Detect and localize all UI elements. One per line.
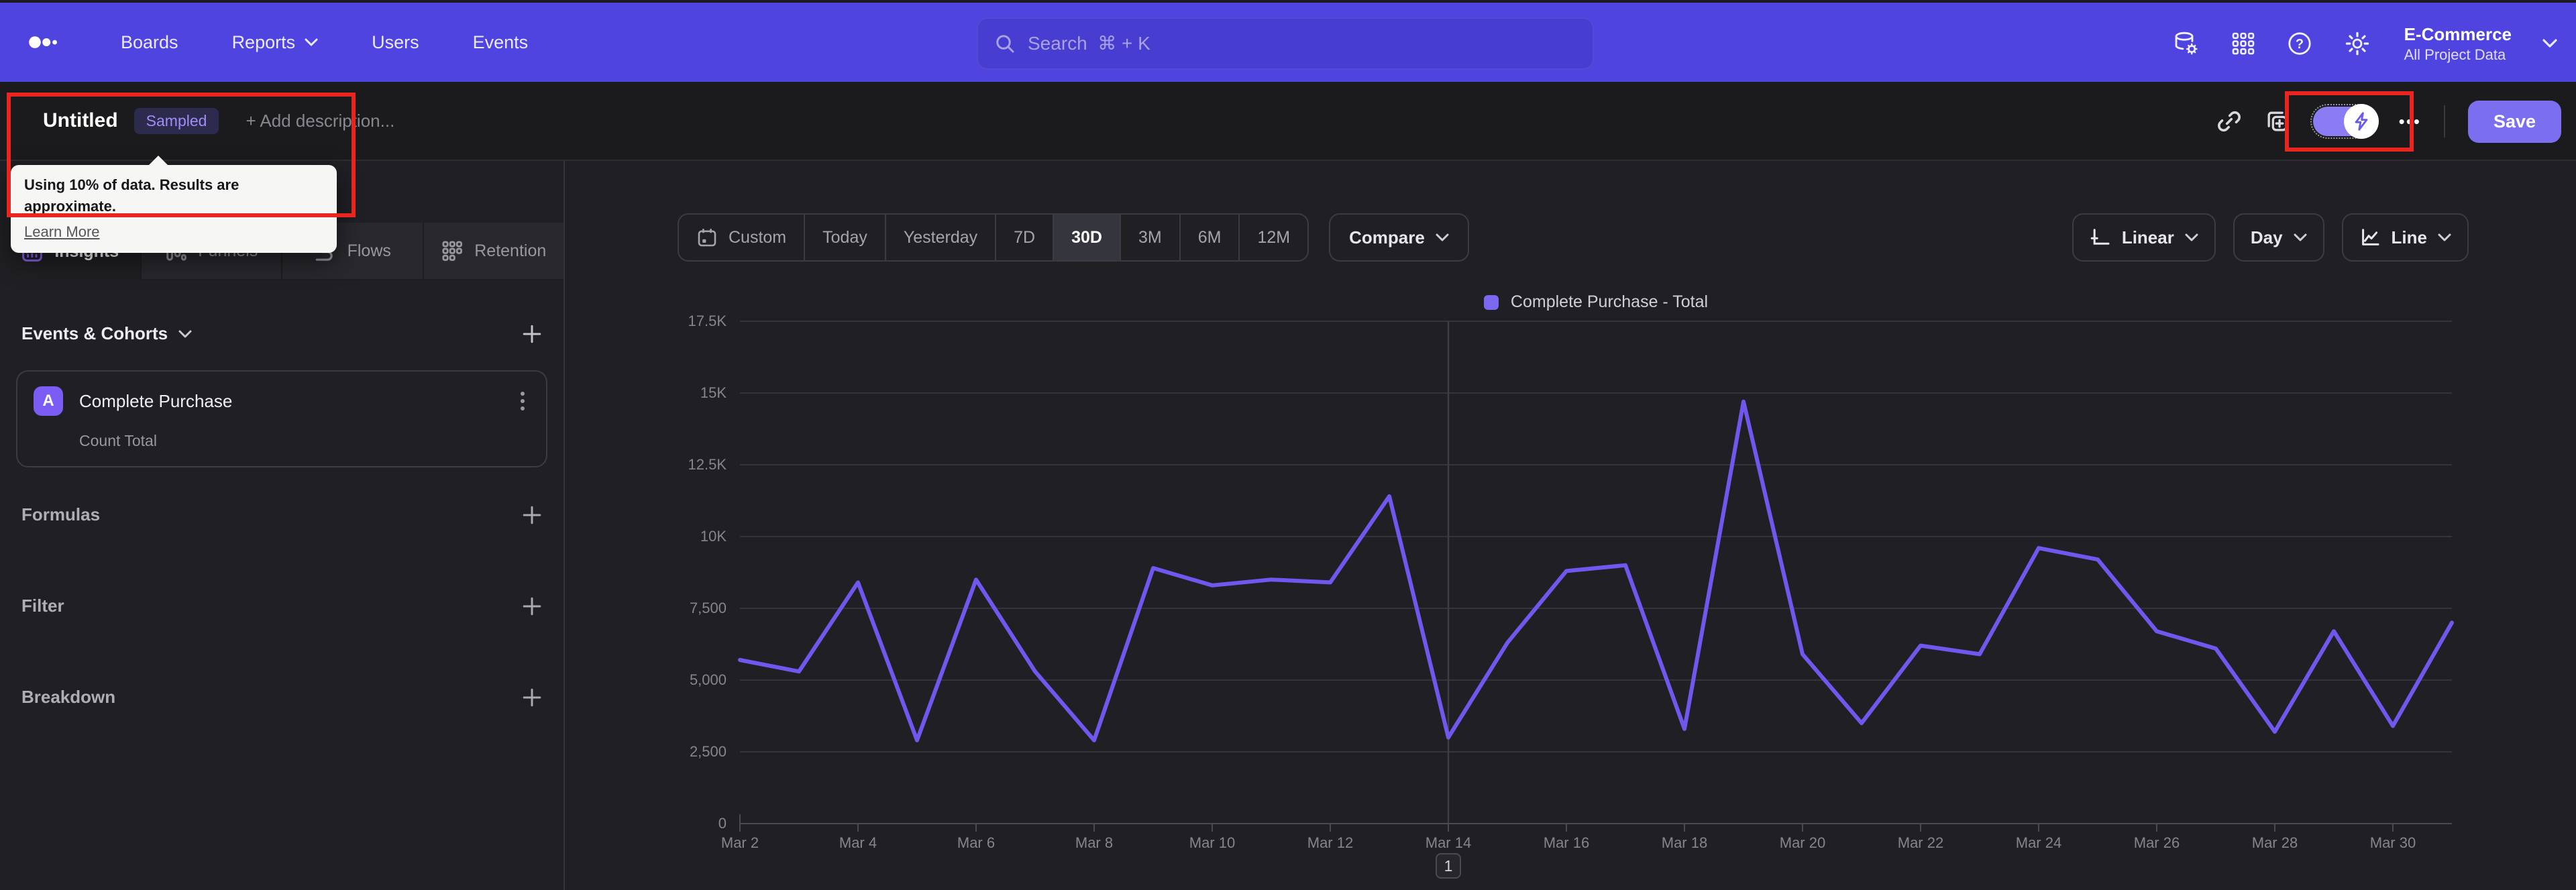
y-axis-tick-label: 10K <box>700 528 727 545</box>
plus-icon <box>523 597 541 615</box>
learn-more-link[interactable]: Learn More <box>24 223 100 241</box>
plus-icon <box>523 506 541 524</box>
lightning-bolt-icon <box>2355 112 2368 131</box>
settings-gear-icon[interactable] <box>2344 30 2371 57</box>
x-axis-tick-label: Mar 26 <box>2134 834 2180 851</box>
app-window: Boards Reports Users Events ? <box>0 0 2576 890</box>
nav-menu: Boards Reports Users Events <box>121 32 528 53</box>
y-axis-tick-label: 0 <box>718 815 727 832</box>
line-chart[interactable]: 0 2,500 5,000 7,500 10K 12.5K 15K 17.5K Mar 2 Mar… <box>566 161 2576 890</box>
event-row-card[interactable]: A Complete Purchase Count Total <box>16 370 547 467</box>
events-cohorts-text: Events & Cohorts <box>21 323 168 343</box>
report-title-bar: Untitled Sampled + Add description... ••… <box>0 82 2576 161</box>
title-bar-actions: ••• Save <box>2216 82 2561 161</box>
sampled-badge[interactable]: Sampled <box>133 107 219 134</box>
x-axis-tick-label: Mar 8 <box>1075 834 1113 851</box>
nav-item-label: Reports <box>231 32 296 52</box>
section-formulas: Formulas <box>21 504 542 525</box>
x-axis-tick-label: Mar 4 <box>839 834 877 851</box>
events-cohorts-header: Events & Cohorts <box>21 323 542 344</box>
nav-item-label: Boards <box>121 32 178 52</box>
sampling-toggle[interactable] <box>2310 104 2379 139</box>
add-event-button[interactable] <box>522 324 542 344</box>
event-options-kebab-icon[interactable] <box>515 389 530 413</box>
x-axis-tick-label: Mar 28 <box>2252 834 2298 851</box>
tab-retention[interactable]: Retention <box>422 223 564 280</box>
apps-grid-icon[interactable] <box>2231 32 2255 56</box>
y-axis-tick-label: 2,500 <box>690 743 727 760</box>
mixpanel-logo-icon[interactable] <box>27 30 62 54</box>
section-breakdown: Breakdown <box>21 687 542 708</box>
nav-item-label: Events <box>472 32 529 52</box>
global-search[interactable] <box>977 17 1594 70</box>
add-formula-button[interactable] <box>522 505 542 525</box>
x-axis-tick-label: Mar 20 <box>1780 834 1825 851</box>
nav-item-label: Users <box>372 32 419 52</box>
event-letter-badge: A <box>34 386 63 416</box>
section-filter: Filter <box>21 596 542 616</box>
report-title[interactable]: Untitled <box>43 109 118 132</box>
save-button[interactable]: Save <box>2467 100 2561 143</box>
x-axis-tick-label: Mar 16 <box>1544 834 1589 851</box>
svg-text:?: ? <box>2295 37 2303 52</box>
query-builder-sidebar: Insights Funnels Flows Retention Events <box>0 161 565 890</box>
more-options-button[interactable]: ••• <box>2399 111 2421 132</box>
add-to-board-icon[interactable] <box>2265 109 2290 134</box>
search-icon <box>996 35 1014 53</box>
x-axis-tick-label: Mar 18 <box>1662 834 1707 851</box>
x-axis-tick-label: Mar 6 <box>957 834 995 851</box>
chevron-down-icon <box>178 330 192 337</box>
add-breakdown-button[interactable] <box>522 687 542 708</box>
tab-label: Retention <box>474 241 547 260</box>
filter-label: Filter <box>21 596 64 616</box>
data-management-icon[interactable] <box>2172 30 2200 57</box>
copy-link-icon[interactable] <box>2216 109 2242 134</box>
y-axis-tick-label: 12.5K <box>688 456 727 473</box>
sampling-tooltip: Using 10% of data. Results are approxima… <box>11 155 337 253</box>
x-axis-tick-label: Mar 24 <box>2016 834 2061 851</box>
x-axis-tick-label: Mar 2 <box>721 834 759 851</box>
x-axis-tick-label: Mar 22 <box>1898 834 1943 851</box>
chevron-down-icon <box>2542 39 2557 48</box>
plus-icon <box>523 325 541 343</box>
series-line[interactable] <box>738 399 2454 742</box>
help-icon[interactable]: ? <box>2286 30 2313 57</box>
formulas-label: Formulas <box>21 504 101 524</box>
divider <box>2443 105 2445 137</box>
nav-item-reports[interactable]: Reports <box>232 32 319 53</box>
sampling-tooltip-text: Using 10% of data. Results are approxima… <box>24 176 239 215</box>
nav-item-events[interactable]: Events <box>473 32 529 53</box>
chart-panel: Custom Today Yesterday 7D 30D 3M 6M 12M … <box>566 161 2576 890</box>
y-axis-tick-label: 17.5K <box>688 313 727 329</box>
nav-item-users[interactable]: Users <box>372 32 419 53</box>
pagination-page-button[interactable]: 1 <box>1436 853 1461 879</box>
breakdown-label: Breakdown <box>21 687 116 707</box>
x-axis-tick-label: Mar 10 <box>1189 834 1235 851</box>
y-axis-tick-label: 15K <box>700 384 727 401</box>
nav-right-cluster: ? E-Commerce All Project Data <box>2172 3 2557 85</box>
x-axis-tick-label: Mar 12 <box>1307 834 1353 851</box>
x-axis-tick-label: Mar 14 <box>1426 834 1471 851</box>
nav-item-boards[interactable]: Boards <box>121 32 178 53</box>
sampling-toggle-knob <box>2343 104 2379 139</box>
y-axis-tick-label: 7,500 <box>690 600 727 616</box>
add-filter-button[interactable] <box>522 596 542 616</box>
add-description-button[interactable]: + Add description... <box>246 111 394 131</box>
event-metric[interactable]: Count Total <box>79 432 530 450</box>
retention-icon <box>442 241 463 261</box>
search-input[interactable] <box>1028 33 1576 54</box>
x-axis-tick-label: Mar 30 <box>2370 834 2416 851</box>
top-nav: Boards Reports Users Events ? <box>0 0 2576 82</box>
y-axis-tick-label: 5,000 <box>690 671 727 688</box>
project-name: E-Commerce <box>2404 24 2512 44</box>
chevron-down-icon <box>305 38 318 46</box>
project-switcher[interactable]: E-Commerce All Project Data <box>2404 23 2512 64</box>
tab-label: Flows <box>347 241 391 260</box>
content-area: Insights Funnels Flows Retention Events <box>0 161 2576 890</box>
plus-icon <box>523 688 541 706</box>
events-cohorts-label[interactable]: Events & Cohorts <box>21 323 192 344</box>
project-scope: All Project Data <box>2404 46 2506 63</box>
event-name[interactable]: Complete Purchase <box>79 391 499 412</box>
